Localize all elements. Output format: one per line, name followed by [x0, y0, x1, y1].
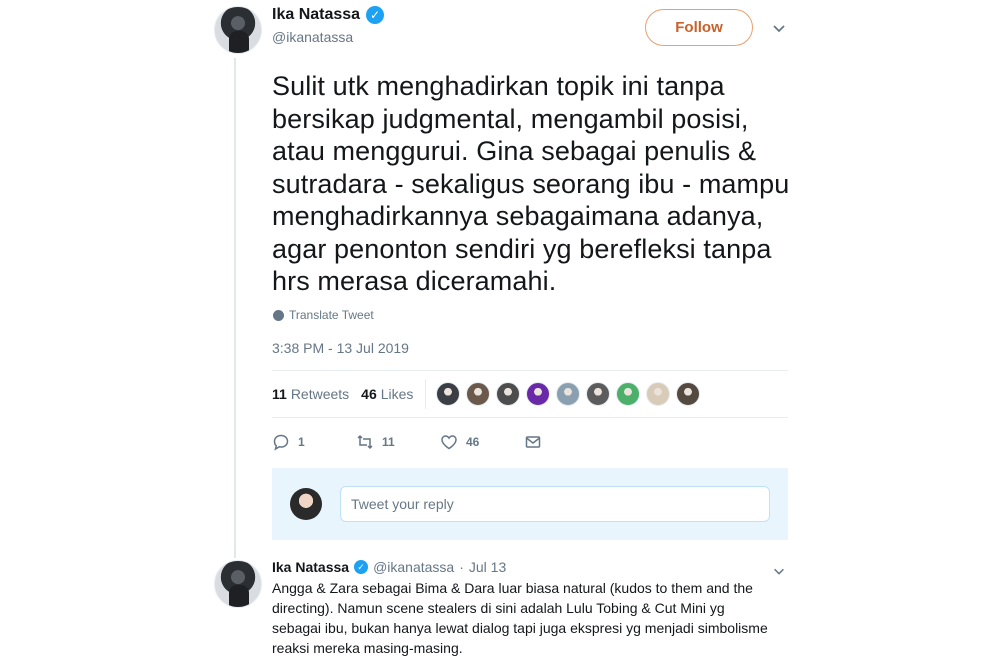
reply-composer: Tweet your reply — [272, 468, 788, 540]
liker-avatars — [436, 382, 701, 406]
verified-badge-icon: ✓ — [354, 560, 369, 574]
tweet-stats: 11 Retweets 46 Likes — [272, 370, 788, 418]
like-action[interactable]: 46 — [440, 433, 524, 451]
reply-text: Angga & Zara sebagai Bima & Dara luar bi… — [272, 580, 768, 656]
thread-line — [234, 58, 236, 558]
reply-author-avatar[interactable] — [214, 560, 262, 608]
globe-icon — [273, 309, 284, 321]
liker-avatar[interactable] — [526, 382, 551, 406]
like-count: 46 — [466, 435, 480, 449]
reply-input[interactable]: Tweet your reply — [340, 486, 770, 522]
heart-icon — [441, 435, 457, 450]
chevron-down-icon[interactable] — [771, 20, 787, 36]
follow-button[interactable]: Follow — [645, 9, 753, 46]
liker-avatar[interactable] — [466, 382, 491, 406]
tweet-author: Ika Natassa ✓ @ikanatassa — [272, 6, 385, 45]
translate-label[interactable]: Translate Tweet — [289, 308, 374, 322]
liker-avatar[interactable] — [586, 382, 611, 406]
tweet-timestamp[interactable]: 3:38 PM - 13 Jul 2019 — [272, 340, 409, 356]
likes-label: Likes — [380, 386, 414, 402]
tweet-text: Sulit utk menghadirkan topik ini tanpa b… — [272, 71, 790, 296]
reply-date[interactable]: Jul 13 — [469, 559, 506, 575]
reply-author-name[interactable]: Ika Natassa — [272, 559, 349, 575]
envelope-icon — [525, 436, 541, 448]
retweets-count: 11 — [272, 386, 287, 402]
retweet-action[interactable]: 11 — [356, 433, 440, 451]
retweet-count: 11 — [382, 435, 395, 449]
retweets-label: Retweets — [290, 386, 350, 402]
translate-tweet-link[interactable]: Translate Tweet — [273, 308, 374, 322]
author-handle[interactable]: @ikanatassa — [272, 29, 384, 45]
current-user-avatar — [290, 488, 322, 520]
retweets-stat[interactable]: 11 Retweets — [272, 386, 349, 402]
chevron-down-icon[interactable] — [772, 564, 786, 578]
liker-avatar[interactable] — [496, 382, 521, 406]
reply-header: Ika Natassa ✓ @ikanatassa · Jul 13 — [272, 559, 792, 575]
retweet-icon — [357, 434, 373, 450]
author-name[interactable]: Ika Natassa — [272, 6, 360, 24]
stats-divider — [425, 379, 427, 409]
reply-tweet[interactable]: Ika Natassa ✓ @ikanatassa · Jul 13 Angga… — [272, 559, 792, 658]
liker-avatar[interactable] — [676, 382, 701, 406]
author-name-row[interactable]: Ika Natassa ✓ — [272, 6, 385, 24]
reply-action[interactable]: 1 — [272, 433, 356, 451]
verified-badge-icon: ✓ — [366, 6, 385, 24]
direct-message-action[interactable] — [524, 433, 542, 451]
author-avatar[interactable] — [214, 6, 262, 54]
separator-dot: · — [459, 559, 464, 575]
liker-avatar[interactable] — [556, 382, 581, 406]
liker-avatar[interactable] — [436, 382, 461, 406]
likes-stat[interactable]: 46 Likes — [361, 386, 413, 402]
tweet-actions: 1 11 46 — [272, 430, 542, 454]
reply-icon — [273, 434, 289, 451]
likes-count: 46 — [361, 386, 377, 402]
reply-count: 1 — [298, 435, 305, 449]
reply-author-handle[interactable]: @ikanatassa — [373, 559, 454, 575]
liker-avatar[interactable] — [646, 382, 671, 406]
liker-avatar[interactable] — [616, 382, 641, 406]
